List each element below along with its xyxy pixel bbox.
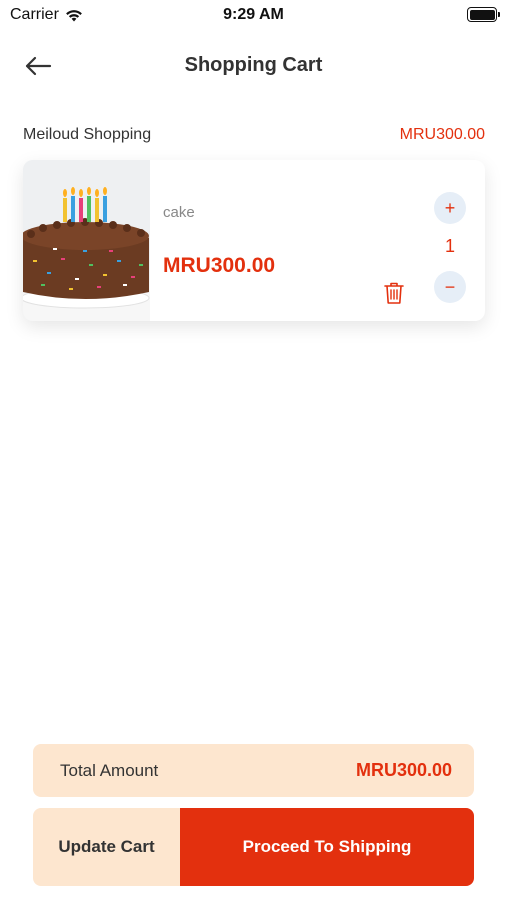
total-amount-bar: Total Amount MRU300.00 (33, 744, 474, 797)
page-title: Shopping Cart (184, 54, 323, 76)
shopping-cart-screen: Carrier 9:29 AM Shopping Cart Meiloud Sh… (0, 0, 507, 900)
nav-bar: Shopping Cart (0, 40, 507, 92)
total-amount-value: MRU300.00 (355, 760, 452, 780)
quantity-increase-button[interactable]: + (434, 192, 466, 224)
trash-icon (384, 282, 404, 304)
battery-level (469, 9, 495, 20)
cart-item: cake MRU300.00 + 1 − (23, 160, 485, 321)
quantity-value: 1 (444, 236, 455, 256)
quantity-decrease-button[interactable]: − (434, 271, 466, 303)
battery-icon (467, 7, 500, 22)
delete-item-button[interactable] (381, 280, 407, 306)
status-bar: Carrier 9:29 AM (0, 0, 507, 32)
plus-icon: + (444, 197, 456, 218)
proceed-to-shipping-button[interactable]: Proceed To Shipping (180, 808, 474, 886)
product-name: cake (163, 204, 195, 221)
store-subtotal: MRU300.00 (399, 126, 485, 143)
minus-icon: − (444, 276, 456, 297)
store-name: Meiloud Shopping (23, 126, 152, 143)
product-image (23, 160, 150, 321)
status-time: 9:29 AM (223, 6, 284, 23)
update-cart-button[interactable]: Update Cart (33, 808, 180, 886)
product-price: MRU300.00 (163, 254, 276, 277)
store-header: Meiloud Shopping MRU300.00 (23, 124, 485, 146)
action-bar: Update Cart Proceed To Shipping (33, 808, 474, 886)
total-amount-label: Total Amount (60, 760, 159, 780)
